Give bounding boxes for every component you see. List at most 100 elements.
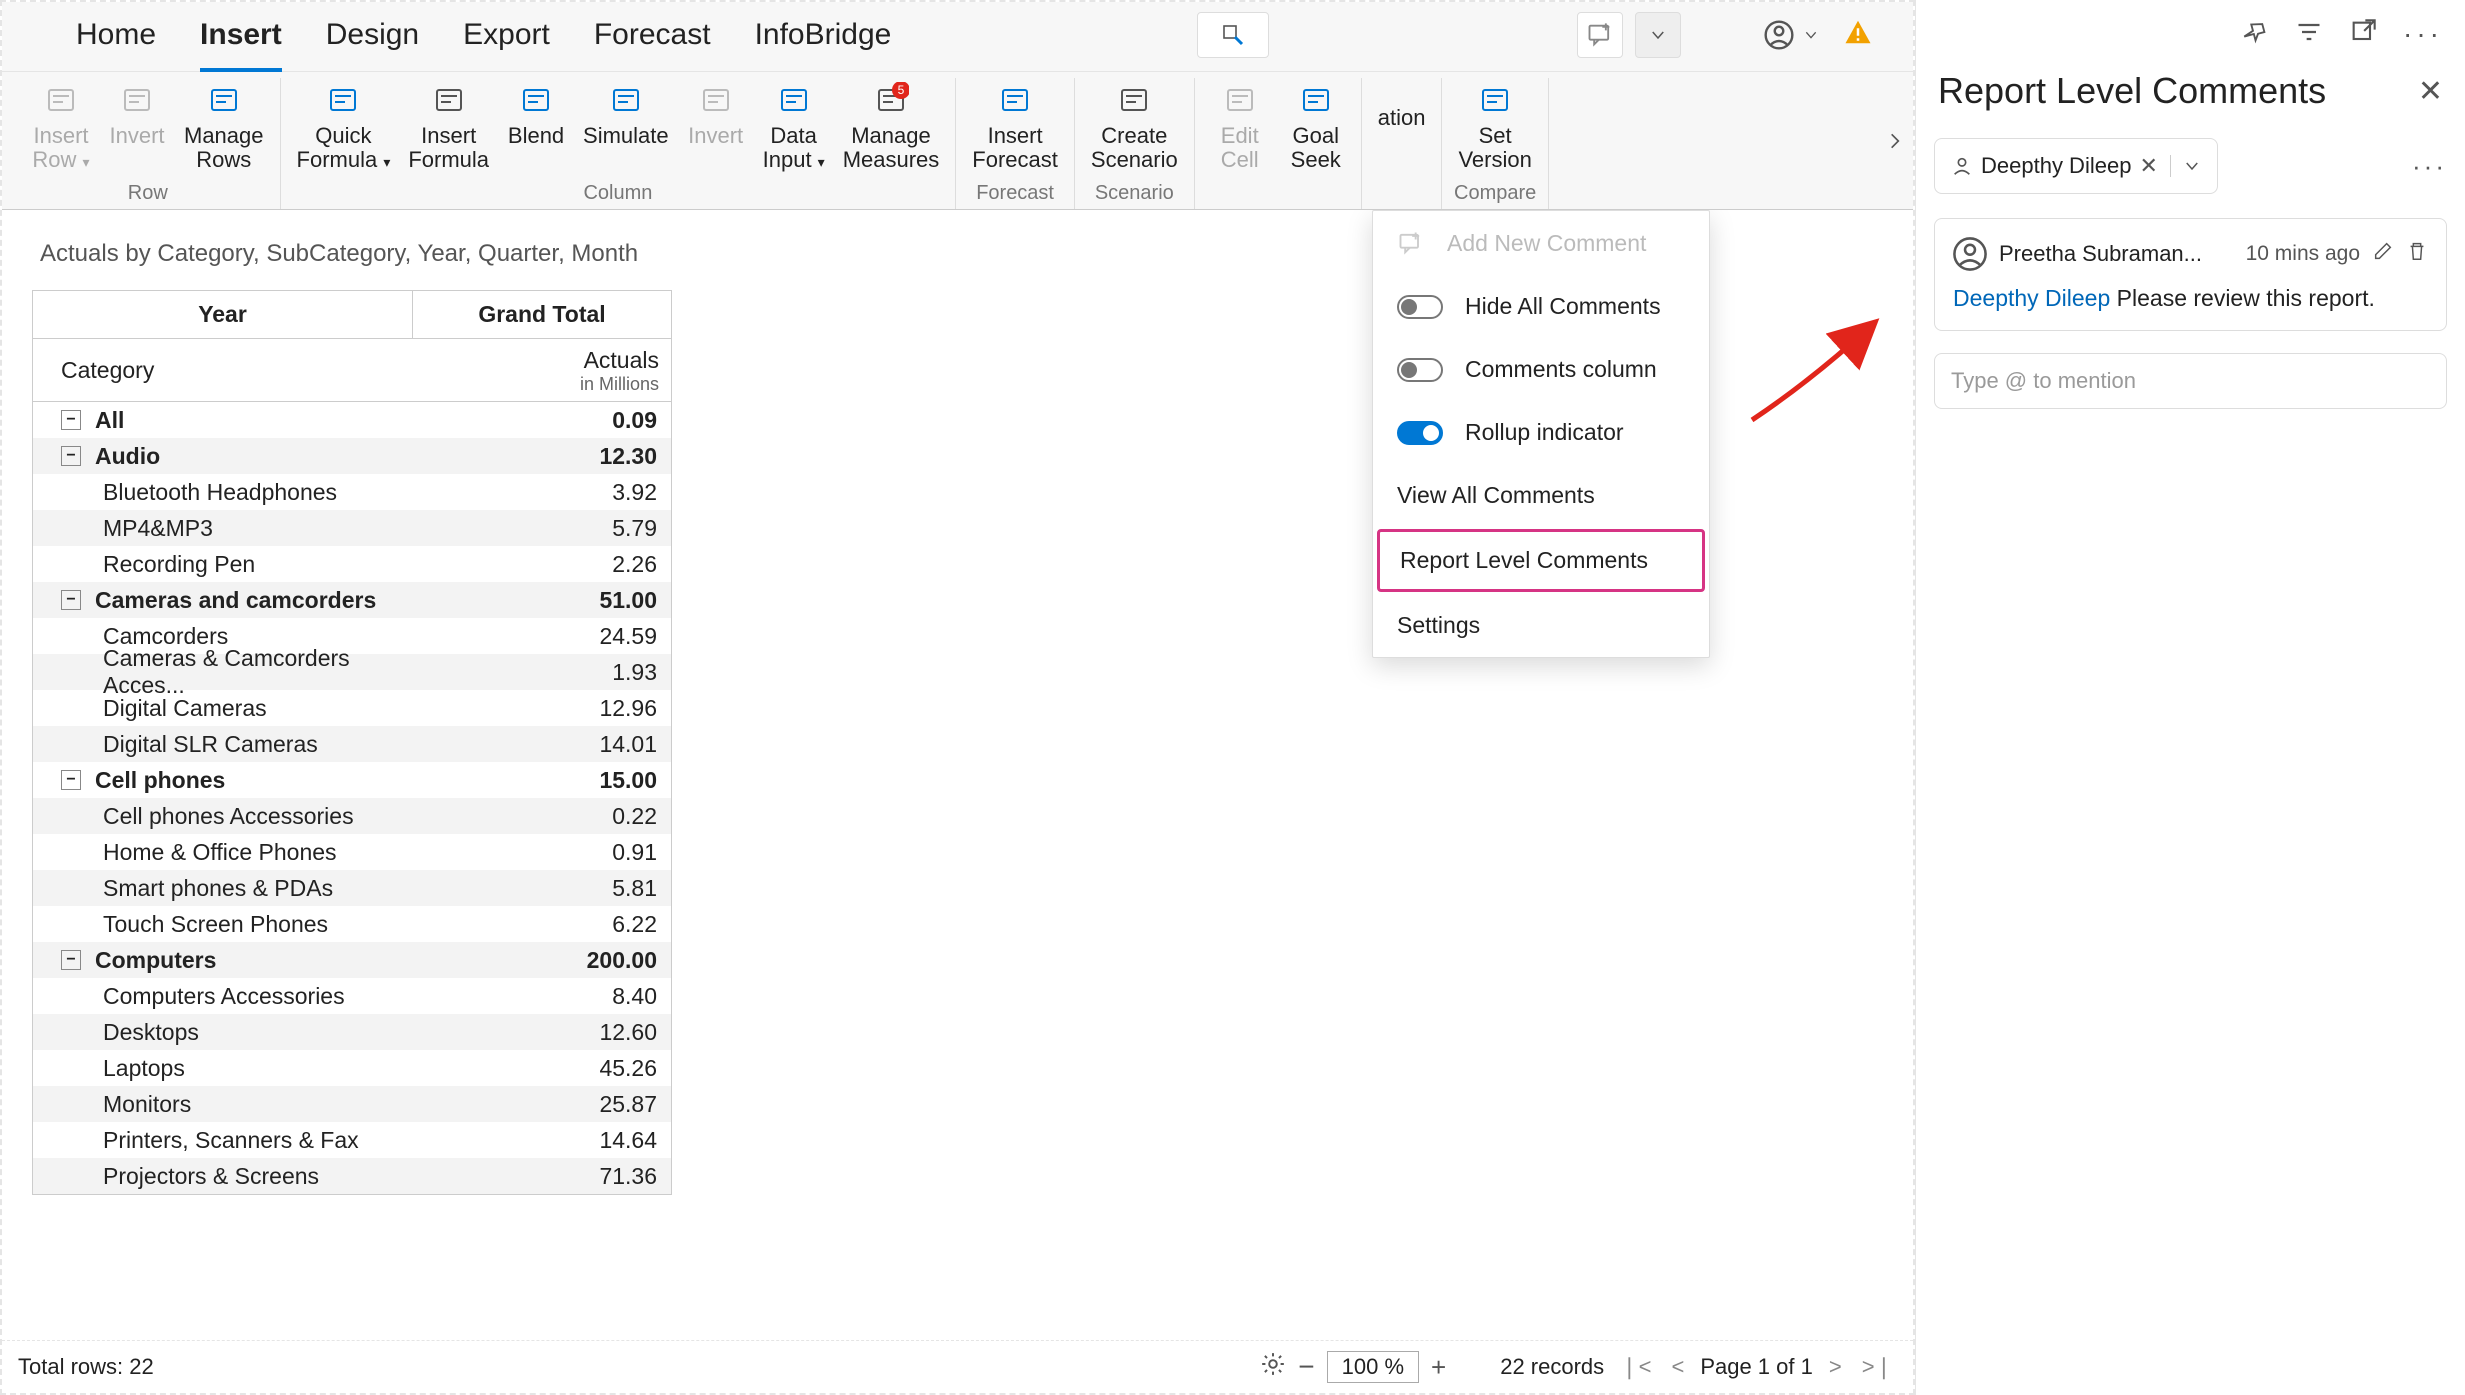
category-row[interactable]: −Audio12.30 xyxy=(33,438,671,474)
subcategory-row[interactable]: Projectors & Screens 71.36 xyxy=(33,1158,671,1194)
tab-insert[interactable]: Insert xyxy=(200,12,282,72)
menu-view-all-comments[interactable]: View All Comments xyxy=(1373,464,1709,527)
ribbon-btn-insert[interactable]: InsertForecast xyxy=(964,78,1066,176)
ribbon-btn-goal[interactable]: GoalSeek xyxy=(1279,78,1353,176)
tab-export[interactable]: Export xyxy=(463,12,550,72)
ribbon-btn-set[interactable]: SetVersion xyxy=(1450,78,1539,176)
ribbon-scroll-right[interactable] xyxy=(1881,124,1909,158)
row-label: Digital SLR Cameras xyxy=(103,731,318,758)
row-value: 0.22 xyxy=(413,803,671,830)
settings-gear-icon[interactable] xyxy=(1260,1351,1286,1383)
zoom-in-button[interactable]: + xyxy=(1431,1352,1446,1383)
subcategory-row[interactable]: Monitors25.87 xyxy=(33,1086,671,1122)
collapse-icon[interactable]: − xyxy=(61,590,81,610)
row-value: 71.36 xyxy=(413,1163,671,1190)
toggle-icon[interactable] xyxy=(1397,295,1443,319)
user-menu-button[interactable] xyxy=(1755,15,1827,55)
new-comment-button[interactable] xyxy=(1577,12,1623,58)
ribbon-btn-insert[interactable]: InsertFormula xyxy=(400,78,497,176)
highlight-tool-button[interactable] xyxy=(1197,12,1269,58)
pin-icon[interactable] xyxy=(2241,18,2269,52)
ribbon-btn-manage[interactable]: 5ManageMeasures xyxy=(835,78,948,176)
total-rows-label: Total rows: 22 xyxy=(18,1354,154,1380)
row-label: Cameras & Camcorders Acces... xyxy=(103,645,413,699)
more-icon[interactable]: ··· xyxy=(2403,18,2443,52)
page-prev-button[interactable]: < xyxy=(1667,1354,1688,1380)
chip-more-icon[interactable]: ··· xyxy=(2412,151,2447,182)
subcategory-row[interactable]: Touch Screen Phones6.22 xyxy=(33,906,671,942)
menu-rollup-indicator[interactable]: Rollup indicator xyxy=(1373,401,1709,464)
collapse-icon[interactable]: − xyxy=(61,410,81,430)
page-next-button[interactable]: > xyxy=(1825,1354,1846,1380)
menu-hide-all-comments[interactable]: Hide All Comments xyxy=(1373,275,1709,338)
row-value: 3.92 xyxy=(413,479,671,506)
ribbon-btn-manage[interactable]: ManageRows xyxy=(176,78,272,176)
category-row[interactable]: −All0.09 xyxy=(33,402,671,438)
subcategory-row[interactable]: Desktops12.60 xyxy=(33,1014,671,1050)
toggle-icon[interactable] xyxy=(1397,358,1443,382)
subcategory-row[interactable]: Smart phones & PDAs5.81 xyxy=(33,870,671,906)
row-value: 14.01 xyxy=(413,731,671,758)
col-header-grand-total[interactable]: Grand Total xyxy=(413,291,671,339)
collapse-icon[interactable]: − xyxy=(61,770,81,790)
tab-home[interactable]: Home xyxy=(76,12,156,72)
ribbon-btn-data[interactable]: DataInput ▾ xyxy=(755,78,833,176)
toggle-icon[interactable] xyxy=(1397,421,1443,445)
subcategory-row[interactable]: Printers, Scanners & Fax14.64 xyxy=(33,1122,671,1158)
avatar-icon xyxy=(1953,237,1987,271)
subcategory-row[interactable]: Digital Cameras12.96 xyxy=(33,690,671,726)
category-row[interactable]: −Cell phones15.00 xyxy=(33,762,671,798)
data-grid[interactable]: Year Grand Total Category Actuals in Mil… xyxy=(32,290,672,1195)
menu-settings[interactable]: Settings xyxy=(1373,594,1709,657)
comment-dropdown-trigger[interactable] xyxy=(1635,12,1681,58)
subcategory-row[interactable]: Digital SLR Cameras 14.01 xyxy=(33,726,671,762)
collapse-icon[interactable]: − xyxy=(61,446,81,466)
category-row[interactable]: −Cameras and camcorders51.00 xyxy=(33,582,671,618)
ribbon-btn-quick[interactable]: QuickFormula ▾ xyxy=(289,78,399,176)
reply-input[interactable]: Type @ to mention xyxy=(1934,353,2447,409)
menu-report-level-comments[interactable]: Report Level Comments xyxy=(1377,529,1705,592)
ribbon-btn-create[interactable]: CreateScenario xyxy=(1083,78,1186,176)
menu-comments-column[interactable]: Comments column xyxy=(1373,338,1709,401)
menu-add-new-comment: Add New Comment xyxy=(1373,211,1709,275)
mention-chip[interactable]: Deepthy Dileep ✕ xyxy=(1934,138,2218,194)
subcategory-row[interactable]: Home & Office Phones0.91 xyxy=(33,834,671,870)
col-header-year[interactable]: Year xyxy=(33,291,413,339)
collapse-icon[interactable]: − xyxy=(61,950,81,970)
subcategory-row[interactable]: MP4&MP35.79 xyxy=(33,510,671,546)
tab-design[interactable]: Design xyxy=(326,12,419,72)
edit-comment-icon[interactable] xyxy=(2372,240,2394,268)
zoom-input[interactable]: 100 % xyxy=(1327,1351,1419,1383)
ribbon-btn-blend[interactable]: Blend xyxy=(499,78,573,176)
subcategory-row[interactable]: Recording Pen2.26 xyxy=(33,546,671,582)
subcategory-row[interactable]: Computers Accessories8.40 xyxy=(33,978,671,1014)
page-last-button[interactable]: >❘ xyxy=(1858,1354,1897,1380)
popout-icon[interactable] xyxy=(2349,18,2377,52)
subcategory-row[interactable]: Laptops45.26 xyxy=(33,1050,671,1086)
row-label: Projectors & Screens xyxy=(103,1163,319,1190)
row-value: 45.26 xyxy=(413,1055,671,1082)
row-value: 14.64 xyxy=(413,1127,671,1154)
subcategory-row[interactable]: Cell phones Accessories0.22 xyxy=(33,798,671,834)
delete-comment-icon[interactable] xyxy=(2406,240,2428,268)
subcategory-row[interactable]: Bluetooth Headphones3.92 xyxy=(33,474,671,510)
ribbon-btn-ation[interactable]: ation xyxy=(1370,78,1434,134)
chip-remove-icon[interactable]: ✕ xyxy=(2139,153,2157,179)
comment-mention[interactable]: Deepthy Dileep xyxy=(1953,285,2110,311)
row-header-category[interactable]: Category xyxy=(33,339,413,401)
filter-icon[interactable] xyxy=(2295,18,2323,52)
close-icon[interactable]: ✕ xyxy=(2418,74,2443,109)
row-value: 12.96 xyxy=(413,695,671,722)
comment-card[interactable]: Preetha Subraman... 10 mins ago Deepthy … xyxy=(1934,218,2447,331)
subcategory-row[interactable]: Cameras & Camcorders Acces...1.93 xyxy=(33,654,671,690)
page-first-button[interactable]: ❘< xyxy=(1616,1354,1655,1380)
tab-forecast[interactable]: Forecast xyxy=(594,12,711,72)
row-label: Computers Accessories xyxy=(103,983,345,1010)
category-row[interactable]: −Computers200.00 xyxy=(33,942,671,978)
chevron-down-icon[interactable] xyxy=(2183,157,2201,175)
zoom-out-button[interactable]: − xyxy=(1298,1351,1314,1383)
row-value: 5.79 xyxy=(413,515,671,542)
row-value: 6.22 xyxy=(413,911,671,938)
tab-infobridge[interactable]: InfoBridge xyxy=(755,12,892,72)
ribbon-btn-simulate[interactable]: Simulate xyxy=(575,78,677,176)
